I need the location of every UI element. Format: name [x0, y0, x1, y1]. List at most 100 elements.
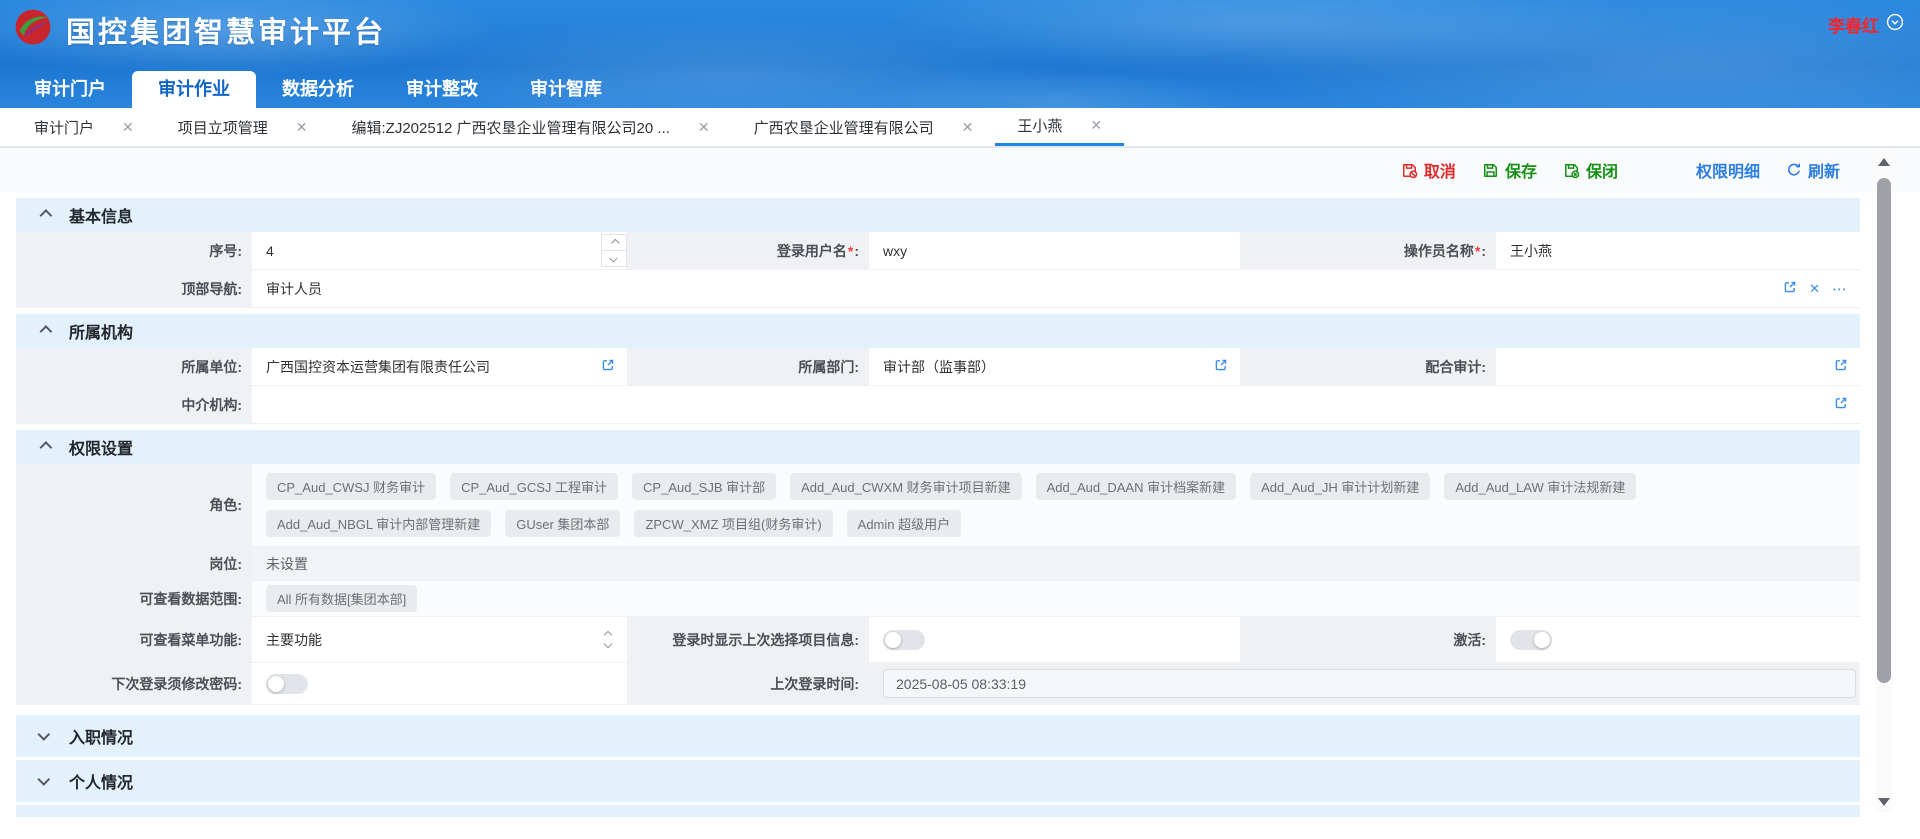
scroll-down-arrow-icon[interactable] [1878, 798, 1890, 806]
nav-item-audit-work[interactable]: 审计作业 [132, 71, 256, 108]
dept-field-cell[interactable]: 审计部（监事部） [869, 348, 1240, 385]
form-row-menu-toggles: 可查看菜单功能: 主要功能 登录时显示上次选择项目信息: 激活: [16, 617, 1860, 663]
active-toggle[interactable] [1510, 630, 1552, 650]
section-header-onboarding[interactable]: 入职情况 [16, 715, 1860, 757]
data-scope-tag: All 所有数据[集团本部] [266, 585, 417, 612]
tab-label: 项目立项管理 [178, 117, 268, 138]
data-scope-field-cell: All 所有数据[集团本部] [252, 581, 1860, 616]
coop-audit-field-cell[interactable] [1496, 348, 1860, 385]
role-tag: CP_Aud_CWSJ 财务审计 [266, 473, 436, 500]
top-nav-field-icons: ✕ ⋯ [1783, 270, 1848, 307]
post-value: 未设置 [266, 554, 308, 574]
tab-close-icon[interactable]: ✕ [698, 119, 710, 136]
menu-select[interactable]: 主要功能 [252, 617, 627, 662]
vertical-scrollbar[interactable] [1876, 152, 1892, 812]
cancel-label: 取消 [1424, 158, 1456, 182]
collapse-chevron-up-icon [40, 441, 53, 454]
active-field-cell [1496, 617, 1860, 662]
collapse-chevron-down-icon [37, 728, 50, 741]
coop-audit-label: 配合审计: [1240, 348, 1496, 385]
form-row-password-lastlogin: 下次登录须修改密码: 上次登录时间: 2025-08-05 08:33:19 [16, 663, 1860, 705]
form-row-roles: 角色: CP_Aud_CWSJ 财务审计 CP_Aud_GCSJ 工程审计 CP… [16, 464, 1860, 547]
collapse-chevron-up-icon [40, 209, 53, 222]
roles-label: 角色: [16, 464, 252, 546]
spinner-down-button[interactable] [602, 251, 626, 266]
save-close-button[interactable]: 保闭 [1563, 158, 1618, 182]
unit-field-cell[interactable]: 广西国控资本运营集团有限责任公司 [252, 348, 627, 385]
operator-name-label: 操作员名称*: [1240, 232, 1496, 269]
clear-icon[interactable]: ✕ [1809, 281, 1820, 297]
last-login-field-cell: 2025-08-05 08:33:19 [869, 663, 1860, 704]
role-tag: Add_Aud_LAW 审计法规新建 [1444, 473, 1636, 500]
agency-field-icons [1834, 386, 1848, 423]
next-section-partial-band [16, 805, 1860, 817]
section-title: 入职情况 [69, 724, 133, 748]
operator-name-field-cell [1496, 232, 1860, 269]
role-tag: Admin 超级用户 [847, 510, 961, 537]
save-button[interactable]: 保存 [1482, 158, 1537, 182]
nav-item-audit-rectify[interactable]: 审计整改 [380, 71, 504, 108]
form-row-seq: 序号: 登录用户名*: 操作员名称*: [16, 232, 1860, 270]
required-mark: * [1475, 243, 1480, 259]
role-tag: Add_Aud_NBGL 审计内部管理新建 [266, 510, 491, 537]
role-tag: Add_Aud_CWXM 财务审计项目新建 [790, 473, 1022, 500]
user-name: 李春红 [1828, 12, 1879, 37]
nav-item-audit-portal[interactable]: 审计门户 [8, 71, 132, 108]
spinner-up-button[interactable] [602, 235, 626, 251]
seq-input[interactable] [266, 232, 627, 269]
save-close-floppy-icon [1563, 162, 1580, 179]
tab-audit-portal[interactable]: 审计门户 ✕ [12, 108, 156, 146]
save-label: 保存 [1505, 158, 1537, 182]
seq-field-cell [252, 232, 627, 269]
scroll-up-arrow-icon[interactable] [1878, 158, 1890, 166]
top-nav-label: 顶部导航: [16, 270, 252, 307]
nav-item-data-analysis[interactable]: 数据分析 [256, 71, 380, 108]
section-header-basic-info[interactable]: 基本信息 [16, 198, 1860, 232]
operator-name-input[interactable] [1510, 232, 1860, 269]
user-menu[interactable]: 李春红 [1828, 12, 1904, 37]
show-last-project-toggle[interactable] [883, 630, 925, 650]
nav-item-audit-kb[interactable]: 审计智库 [504, 71, 628, 108]
roles-field-cell: CP_Aud_CWSJ 财务审计 CP_Aud_GCSJ 工程审计 CP_Aud… [252, 464, 1860, 546]
save-close-label: 保闭 [1586, 158, 1618, 182]
tab-label: 广西农垦企业管理有限公司 [754, 117, 934, 138]
external-link-icon[interactable] [601, 358, 615, 375]
collapse-chevron-down-icon [37, 773, 50, 786]
seq-spinner [601, 234, 627, 267]
section-header-personal[interactable]: 个人情况 [16, 760, 1860, 802]
external-link-icon[interactable] [1214, 358, 1228, 375]
menu-label: 可查看菜单功能: [16, 617, 252, 662]
refresh-button[interactable]: 刷新 [1786, 158, 1840, 182]
tab-edit-project[interactable]: 编辑:ZJ202512 广西农垦企业管理有限公司20 ... ✕ [330, 108, 732, 146]
top-nav-field-cell[interactable]: 审计人员 ✕ ⋯ [252, 270, 1860, 307]
top-nav-value: 审计人员 [266, 279, 322, 299]
scrollbar-thumb[interactable] [1877, 178, 1891, 683]
more-options-icon[interactable]: ⋯ [1832, 280, 1848, 298]
login-name-input[interactable] [883, 232, 1240, 269]
tab-label: 王小燕 [1017, 115, 1062, 136]
cancel-button[interactable]: 取消 [1401, 158, 1456, 182]
tab-close-icon[interactable]: ✕ [1090, 117, 1102, 134]
tab-close-icon[interactable]: ✕ [296, 119, 308, 136]
login-name-label: 登录用户名*: [627, 232, 869, 269]
tab-company[interactable]: 广西农垦企业管理有限公司 ✕ [732, 108, 996, 146]
form-row-agency: 中介机构: [16, 386, 1860, 424]
tab-wangxiaoyan[interactable]: 王小燕 ✕ [995, 108, 1124, 146]
post-label: 岗位: [16, 547, 252, 580]
role-tag: GUser 集团本部 [505, 510, 620, 537]
agency-label: 中介机构: [16, 386, 252, 423]
user-chevron-down-icon[interactable] [1886, 13, 1904, 36]
external-link-icon[interactable] [1783, 280, 1797, 297]
tab-label: 审计门户 [34, 117, 94, 138]
tab-project-approval[interactable]: 项目立项管理 ✕ [156, 108, 330, 146]
section-header-org[interactable]: 所属机构 [16, 314, 1860, 348]
permission-detail-button[interactable]: 权限明细 [1696, 158, 1760, 182]
tab-close-icon[interactable]: ✕ [122, 119, 134, 136]
role-tag: Add_Aud_JH 审计计划新建 [1250, 473, 1430, 500]
change-pwd-toggle[interactable] [266, 674, 308, 694]
section-header-permissions[interactable]: 权限设置 [16, 430, 1860, 464]
external-link-icon[interactable] [1834, 396, 1848, 413]
external-link-icon[interactable] [1834, 358, 1848, 375]
tab-close-icon[interactable]: ✕ [962, 119, 974, 136]
agency-field-cell[interactable] [252, 386, 1860, 423]
